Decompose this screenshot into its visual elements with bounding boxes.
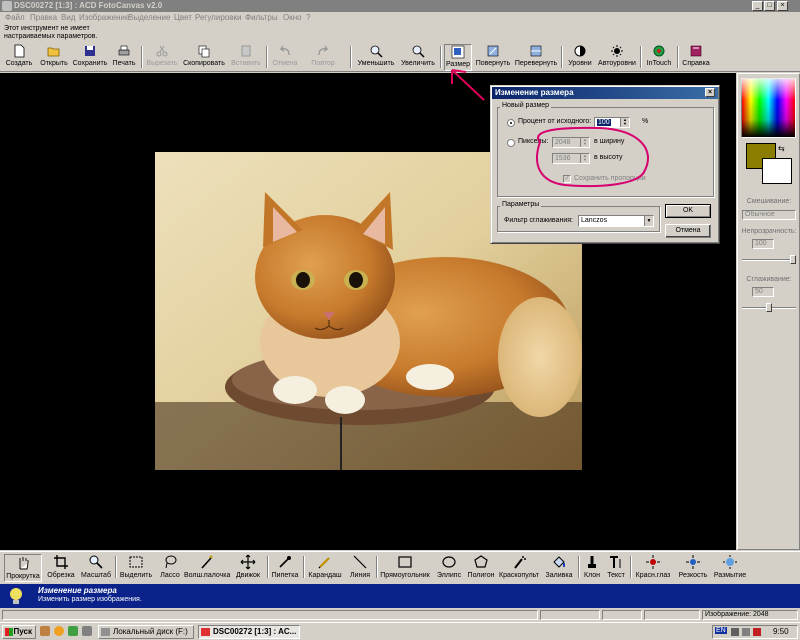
text-icon <box>610 556 621 568</box>
rectangle-icon <box>398 556 412 568</box>
tool-clone[interactable]: Клон <box>581 554 603 582</box>
polygon-icon <box>474 555 488 568</box>
tool-pencil[interactable]: Карандаш <box>306 554 344 582</box>
airbrush-icon <box>514 556 526 569</box>
lasso-icon <box>165 555 177 569</box>
sharpen-icon <box>686 555 700 569</box>
tool-eyedropper[interactable]: Пипетка <box>270 554 300 582</box>
info-pane-3 <box>602 610 642 620</box>
magic-wand-icon <box>201 555 213 569</box>
line-icon <box>353 555 367 569</box>
tool-fill[interactable]: Заливка <box>543 554 575 582</box>
hand-icon <box>19 557 29 570</box>
tool-text[interactable]: Текст <box>604 554 628 582</box>
quicklaunch-icon-1[interactable] <box>40 626 50 636</box>
info-pane-4 <box>644 610 700 620</box>
quicklaunch-icon-4[interactable] <box>82 626 92 636</box>
annotation-arrow-line <box>451 69 485 101</box>
windows-logo-icon <box>5 628 13 636</box>
tool-crop[interactable]: Обрезка <box>44 554 78 582</box>
taskbar: Пуск Локальный диск (F:) DSC00272 [1:3] … <box>0 622 800 640</box>
app-task-icon <box>201 628 210 636</box>
tool-sharpen[interactable]: Резкость <box>675 554 711 582</box>
annotation-overlay <box>451 69 649 188</box>
status-title: Изменение размера <box>38 586 117 595</box>
tool-ellipse[interactable]: Эллипс <box>434 554 464 582</box>
tool-magic-wand[interactable]: Волш.палочка <box>184 554 230 582</box>
tool-select[interactable]: Выделить <box>118 554 154 582</box>
tool-blur[interactable]: Размытие <box>712 554 748 582</box>
tool-zoom[interactable]: Масштаб <box>80 554 112 582</box>
tray-icon-2[interactable] <box>742 628 750 636</box>
ellipse-icon <box>442 556 456 568</box>
tools-separator <box>630 556 632 578</box>
start-button[interactable]: Пуск <box>2 625 36 639</box>
language-indicator[interactable]: EN <box>715 627 727 634</box>
move-icon <box>240 554 256 570</box>
fill-bucket-icon <box>553 556 565 568</box>
tool-move[interactable]: Движок <box>232 554 264 582</box>
status-description: Изменить размер изображения. <box>38 596 142 603</box>
magnifier-icon <box>89 555 103 569</box>
tools-separator <box>303 556 305 578</box>
tools-bar: Прокрутка Обрезка Масштаб Выделить Лассо… <box>0 551 800 583</box>
quicklaunch-icon-3[interactable] <box>68 626 78 636</box>
quicklaunch-icon-2[interactable] <box>54 626 64 636</box>
clock: 9:50 <box>773 627 789 636</box>
tool-rectangle[interactable]: Прямоугольник <box>378 554 432 582</box>
eyedropper-icon <box>279 556 291 568</box>
tools-separator <box>578 556 580 578</box>
tools-separator <box>267 556 269 578</box>
drive-icon <box>101 628 110 636</box>
crop-icon <box>54 555 68 569</box>
image-info: Изображение: 2048 <box>702 610 798 620</box>
tool-line[interactable]: Линия <box>346 554 374 582</box>
system-tray: EN 9:50 <box>712 625 798 639</box>
blur-icon <box>723 555 737 569</box>
info-pane-2 <box>540 610 600 620</box>
task-fotocanvas[interactable]: DSC00272 [1:3] : AC... <box>198 625 300 639</box>
tool-red-eye[interactable]: Красн.глаз <box>633 554 673 582</box>
tool-polygon[interactable]: Полигон <box>466 554 496 582</box>
status-panel: Изменение размера Изменить размер изобра… <box>0 584 800 608</box>
tool-scroll[interactable]: Прокрутка <box>4 554 42 582</box>
info-pane-main <box>2 610 538 620</box>
tray-icon-3[interactable] <box>753 628 761 636</box>
tool-airbrush[interactable]: Краскопульт <box>497 554 541 582</box>
tools-separator <box>115 556 117 578</box>
pencil-icon <box>318 557 330 569</box>
tray-icon-1[interactable] <box>731 628 739 636</box>
annotation-ellipse <box>536 126 649 188</box>
red-eye-icon <box>646 555 660 569</box>
task-local-disk[interactable]: Локальный диск (F:) <box>98 625 194 639</box>
info-bar: Изображение: 2048 <box>0 609 800 621</box>
clone-stamp-icon <box>588 556 596 568</box>
tip-bulb-icon <box>10 588 22 604</box>
tool-lasso[interactable]: Лассо <box>156 554 184 582</box>
rect-select-icon <box>129 556 143 568</box>
